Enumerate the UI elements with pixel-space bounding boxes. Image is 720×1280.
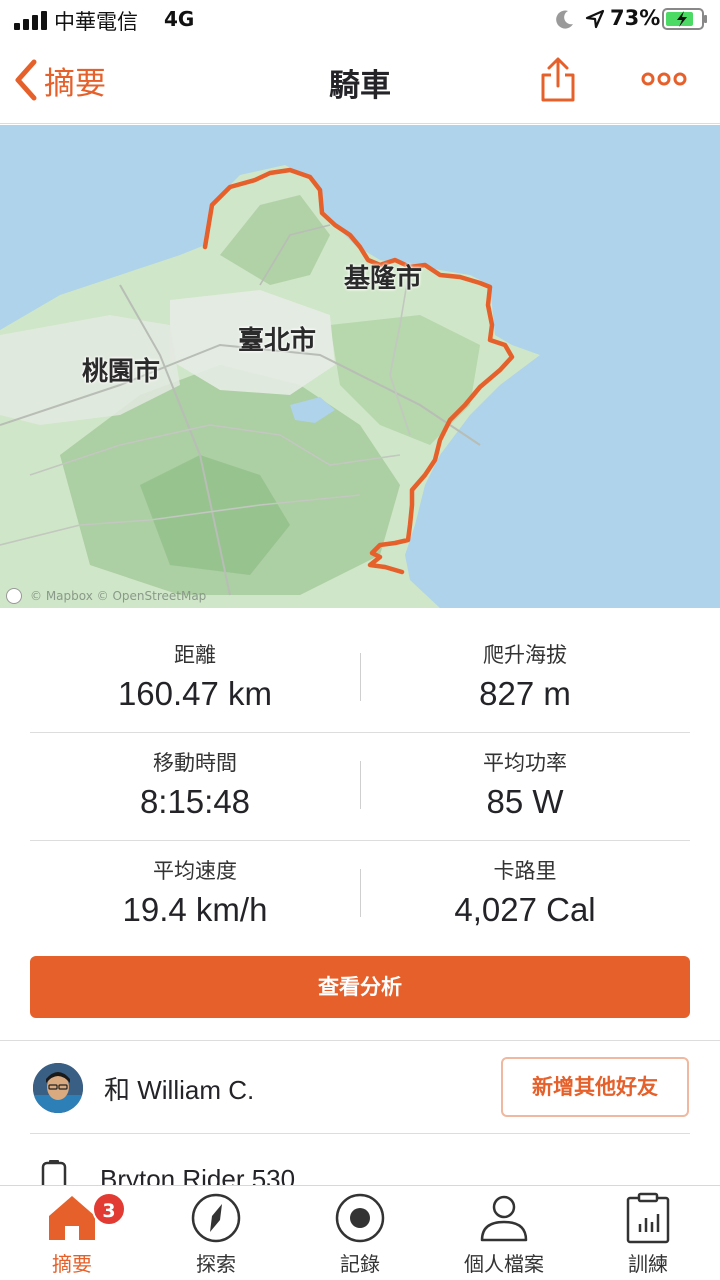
- status-bar: 中華電信 4G 73%: [0, 0, 720, 40]
- notification-badge: 3: [92, 1192, 126, 1226]
- location-arrow-icon: [585, 9, 605, 29]
- stat-value: 8:15:48: [139, 783, 251, 820]
- carrier-name: 中華電信: [54, 10, 138, 34]
- tab-home[interactable]: 3 摘要: [0, 1192, 144, 1278]
- battery-charging-icon: [662, 8, 707, 30]
- stat-row: 距離 160.47 km 爬升海拔 827 m: [30, 625, 690, 733]
- device-name: Bryton Rider 530: [100, 1164, 296, 1186]
- attribution-text: © Mapbox © OpenStreetMap: [30, 589, 207, 603]
- stat-label: 距離: [174, 643, 216, 667]
- tab-label: 探索: [196, 1252, 236, 1276]
- stat-value: 160.47 km: [117, 675, 273, 712]
- map-attribution: © Mapbox © OpenStreetMap: [6, 588, 206, 604]
- stat-row: 平均速度 19.4 km/h 卡路里 4,027 Cal: [30, 841, 690, 949]
- compass-icon: [191, 1193, 241, 1243]
- home-icon: [49, 1196, 95, 1240]
- tab-profile[interactable]: 個人檔案: [432, 1192, 576, 1278]
- tab-label: 記錄: [340, 1252, 380, 1276]
- tab-training[interactable]: 訓練: [576, 1192, 720, 1278]
- clipboard-icon: [626, 1192, 670, 1244]
- add-friends-button[interactable]: 新增其他好友: [501, 1057, 689, 1117]
- stat-distance: 距離 160.47 km: [30, 639, 360, 713]
- map-label-keelung: 基隆市: [344, 264, 423, 294]
- stat-calories: 卡路里 4,027 Cal: [360, 855, 690, 929]
- stat-moving-time: 移動時間 8:15:48: [30, 747, 360, 821]
- moon-icon: [556, 10, 573, 29]
- stat-avg-power: 平均功率 85 W: [360, 747, 690, 821]
- tab-label: 摘要: [52, 1252, 92, 1276]
- stat-value: 4,027 Cal: [454, 891, 596, 928]
- device-row: Bryton Rider 530: [30, 1134, 690, 1186]
- stat-avg-speed: 平均速度 19.4 km/h: [30, 855, 360, 929]
- stat-value: 827 m: [479, 675, 571, 712]
- tab-record[interactable]: 記錄: [288, 1192, 432, 1278]
- battery-percent: 73%: [610, 6, 661, 30]
- stat-value: 19.4 km/h: [122, 891, 268, 928]
- view-analysis-button[interactable]: 查看分析: [30, 956, 690, 1018]
- back-button[interactable]: 摘要: [12, 56, 106, 104]
- record-icon: [335, 1193, 385, 1243]
- network-type: 4G: [164, 7, 195, 31]
- chevron-left-icon: [15, 59, 37, 101]
- section-divider: [0, 1040, 720, 1041]
- page-title: 騎車: [329, 68, 391, 104]
- info-icon[interactable]: [6, 588, 22, 604]
- map-label-taipei: 臺北市: [238, 326, 317, 356]
- more-icon[interactable]: [640, 64, 688, 94]
- tab-explore[interactable]: 探索: [144, 1192, 288, 1278]
- nav-bar: 摘要 騎車: [0, 40, 720, 124]
- signal-icon: [14, 10, 48, 30]
- activity-stats: 距離 160.47 km 爬升海拔 827 m 移動時間 8:15:48 平均功…: [30, 625, 690, 949]
- stat-label: 平均速度: [153, 859, 237, 883]
- share-icon[interactable]: [538, 56, 578, 104]
- route-map[interactable]: 基隆市 臺北市 桃園市 © Mapbox © OpenStreetMap: [0, 125, 720, 608]
- tab-bar: 3 摘要 探索 記錄 個人檔案 訓練: [0, 1185, 720, 1280]
- stat-label: 爬升海拔: [483, 643, 567, 667]
- tab-label: 個人檔案: [464, 1252, 544, 1276]
- avatar[interactable]: [33, 1063, 83, 1113]
- tab-label: 訓練: [628, 1252, 668, 1276]
- athlete-name[interactable]: 和 William C.: [104, 1070, 254, 1107]
- back-label: 摘要: [44, 65, 106, 102]
- profile-icon: [480, 1195, 528, 1242]
- bike-computer-icon: [41, 1160, 67, 1186]
- stat-row: 移動時間 8:15:48 平均功率 85 W: [30, 733, 690, 841]
- stat-label: 卡路里: [493, 859, 557, 883]
- stat-label: 平均功率: [483, 751, 567, 775]
- stat-elevation: 爬升海拔 827 m: [360, 639, 690, 713]
- athlete-row: 和 William C. 新增其他好友: [30, 1042, 690, 1134]
- stat-value: 85 W: [486, 783, 564, 820]
- stat-label: 移動時間: [153, 751, 237, 775]
- map-label-taoyuan: 桃園市: [82, 357, 161, 387]
